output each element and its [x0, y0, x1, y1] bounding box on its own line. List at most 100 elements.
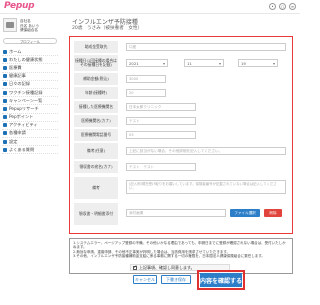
header-icons: • ○ ≡	[269, 3, 296, 10]
receipt-kana-input[interactable]: テスト テスト	[126, 163, 196, 171]
amount-input[interactable]: 3000	[126, 75, 166, 83]
sidebar-item-home[interactable]: ホーム	[2, 48, 58, 57]
clinic-name-label: 接種した医療機関名	[74, 101, 118, 113]
phone-input[interactable]: 03	[126, 131, 196, 139]
sidebar-item-settings[interactable]: 設定	[2, 138, 58, 147]
form-row-phone: 医療機関電話番号 03	[74, 129, 290, 141]
sidebar-item-label: アクティビティ	[9, 122, 38, 128]
avatar	[3, 18, 17, 32]
form-row-notes: 備考(任意) 上記に該当がない場合、その他詳細を記入してください。	[74, 143, 290, 159]
year-select[interactable]: 2021 ▾	[126, 59, 168, 67]
month-select[interactable]: 11 ▾	[184, 59, 224, 67]
top-header: Pepup • ○ ≡	[0, 0, 300, 14]
form-row-amount: 補助金額(税込) 3000	[74, 73, 290, 85]
application-form: 助成金受取先 口座 接種日(1回接種の場合はその接種日を記載) 2021 ▾ 11…	[69, 36, 293, 234]
attachment-label: 領収書・明細書添付	[74, 203, 118, 225]
file-select-button[interactable]: ファイル選択	[230, 209, 260, 217]
notes-label: 備考(任意)	[74, 143, 118, 159]
document-icon	[3, 131, 7, 136]
activity-icon	[3, 123, 7, 128]
confirm-button[interactable]: 内容を確認する	[200, 273, 242, 287]
attachment-filename: 添付画像	[126, 209, 226, 217]
sidebar-item-points[interactable]: Pepポイント	[2, 114, 58, 122]
profile-info: 自社名 氏名 あいう 健保組合名	[20, 19, 58, 33]
sidebar-item-health[interactable]: わたしの健康状態	[2, 56, 58, 65]
form-row-vaccination-date: 接種日(1回接種の場合はその接種日を記載) 2021 ▾ 11 ▾ 19 ▾	[74, 55, 290, 71]
day-select[interactable]: 19 ▾	[238, 59, 278, 67]
sidebar-item-label: 健康記事	[9, 73, 26, 79]
research-icon	[3, 106, 7, 111]
profile-union: 健保組合名	[20, 28, 38, 33]
article-icon	[3, 74, 7, 79]
agree-checkbox[interactable]	[133, 265, 137, 270]
phone-label: 医療機関電話番号	[74, 129, 118, 141]
month-value: 11	[187, 60, 192, 66]
sidebar-nav: ホーム わたしの健康状態 医療費 健康記事 日々の記録 ワクチン接種記録 キャン…	[2, 48, 58, 155]
sidebar-item-applications[interactable]: 各種申請	[2, 130, 58, 139]
recipient-label: 助成金受取先	[74, 41, 118, 53]
sidebar-item-medical-cost[interactable]: 医療費	[2, 64, 58, 73]
clinic-kana-input[interactable]: テスト	[126, 117, 196, 125]
chevron-down-icon: ▾	[272, 61, 275, 66]
sidebar-item-label: ホーム	[9, 48, 22, 54]
recipient-input[interactable]: 口座	[126, 43, 286, 51]
sidebar-item-articles[interactable]: 健康記事	[2, 73, 58, 81]
form-row-receipt-kana: 領収書の宛名(カナ) テスト テスト	[74, 161, 290, 173]
agree-label: 上記事項、確認し同意します。	[139, 264, 195, 270]
gear-icon	[3, 139, 7, 144]
sidebar-item-research[interactable]: Pepupリサーチ	[2, 105, 58, 114]
sidebar-item-label: 各種申請	[9, 130, 26, 136]
form-row-remarks: 備考 (記入例)現在受け取りをお願いしています。保険者番号が記載されていない場合…	[74, 177, 290, 199]
sidebar-item-activity[interactable]: アクティビティ	[2, 122, 58, 130]
form-row-clinic-kana: 医療機関名(カナ) テスト	[74, 115, 290, 127]
sidebar-item-label: Pepupリサーチ	[9, 105, 39, 111]
form-row-recipient: 助成金受取先 口座	[74, 41, 290, 53]
chevron-down-icon: ▾	[162, 61, 165, 66]
remarks-textarea[interactable]: (記入例)現在受け取りをお願いしています。保険者番号が記載されていない場合は記入…	[126, 180, 286, 194]
age-input[interactable]: 20	[126, 89, 166, 97]
profile-button[interactable]: プロフィール	[3, 38, 57, 44]
age-label: 年齢(接種時)	[74, 87, 118, 99]
notes-input[interactable]: 上記に該当がない場合、その他詳細を記入してください。	[126, 147, 286, 155]
receipt-kana-label: 領収書の宛名(カナ)	[74, 161, 118, 173]
user-icon[interactable]: ○	[279, 3, 286, 10]
question-icon	[3, 147, 7, 152]
form-row-attachment: 領収書・明細書添付 添付画像 ファイル選択 削除	[74, 203, 290, 225]
save-draft-button[interactable]: 下書き保存	[161, 275, 191, 284]
point-icon	[3, 115, 7, 120]
sidebar-item-label: 設定	[9, 138, 18, 144]
sidebar-item-daily-log[interactable]: 日々の記録	[2, 81, 58, 89]
page-subtitle: 20歳 うさみ（被扶養者 女性）	[72, 26, 143, 31]
sidebar-item-vaccine[interactable]: ワクチン接種記録	[2, 89, 58, 98]
day-value: 19	[241, 60, 246, 66]
form-row-clinic-name: 接種した医療機関名 日本太郎クリニック	[74, 101, 290, 113]
yen-icon	[3, 65, 7, 70]
chevron-down-icon: ▾	[218, 61, 221, 66]
campaign-icon	[3, 98, 7, 103]
vaccine-icon	[3, 90, 7, 95]
heart-icon	[3, 57, 7, 62]
bell-icon[interactable]: •	[269, 3, 276, 10]
confirm-button-highlight: 内容を確認する	[197, 270, 245, 290]
sidebar-item-campaigns[interactable]: キャンペーン一覧	[2, 97, 58, 106]
sidebar: 自社名 氏名 あいう 健保組合名 プロフィール ホーム わたしの健康状態 医療費…	[0, 14, 60, 305]
sidebar-item-label: Pepポイント	[9, 114, 34, 120]
delete-file-button[interactable]: 削除	[264, 209, 282, 217]
menu-icon[interactable]: ≡	[289, 3, 296, 10]
sidebar-item-label: ワクチン接種記録	[9, 89, 43, 95]
sidebar-item-label: よくある質問	[9, 146, 35, 152]
form-row-age: 年齢(接種時) 20	[74, 87, 290, 99]
profile-card: 自社名 氏名 あいう 健保組合名	[3, 18, 59, 36]
remarks-label: 備考	[74, 177, 118, 199]
calendar-icon	[3, 82, 7, 87]
sidebar-item-label: キャンペーン一覧	[9, 97, 43, 103]
sidebar-item-faq[interactable]: よくある質問	[2, 146, 58, 155]
main-content: インフルエンザ予防接種 20歳 うさみ（被扶養者 女性） 助成金受取先 口座 接…	[64, 14, 297, 305]
pepup-logo[interactable]: Pepup	[4, 1, 35, 11]
notice-line: 1.システムエラー、ページアップ登録の不備、その他いかなる理由であっても、申請日…	[73, 241, 286, 250]
sidebar-item-label: 日々の記録	[9, 81, 30, 87]
clinic-kana-label: 医療機関名(カナ)	[74, 115, 118, 127]
vaccination-date-label: 接種日(1回接種の場合はその接種日を記載)	[74, 55, 118, 71]
cancel-button[interactable]: キャンセル	[133, 275, 157, 284]
clinic-name-input[interactable]: 日本太郎クリニック	[126, 103, 196, 111]
